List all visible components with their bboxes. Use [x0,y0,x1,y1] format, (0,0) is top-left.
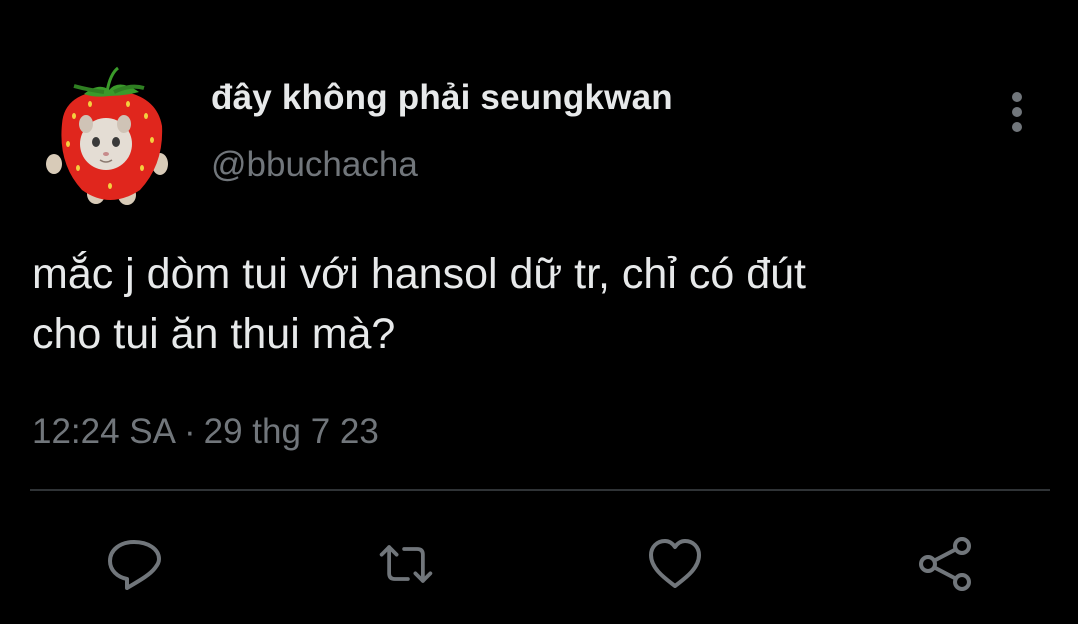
divider [30,489,1050,491]
user-handle[interactable]: @bbuchacha [211,145,418,185]
meta-separator: · [184,412,196,451]
retweet-icon [379,545,433,583]
tweet-text: mắc j dòm tui với hansol dữ tr, chỉ có đ… [32,250,806,358]
share-icon [919,537,971,591]
avatar[interactable] [44,64,174,208]
tweet-date: 29 thg 7 23 [203,412,379,451]
more-options-button[interactable] [998,88,1036,136]
display-name[interactable]: đây không phải seungkwan [211,78,673,118]
like-button[interactable] [645,534,705,594]
heart-icon [649,539,701,588]
tweet-time: 12:24 SA [32,412,176,451]
reply-icon [108,540,161,590]
strawberry-cat-avatar-icon [46,66,168,205]
more-vertical-icon [1012,92,1022,132]
retweet-button[interactable] [376,534,436,594]
tweet: đây không phải seungkwan @bbuchacha mắc … [0,0,1078,624]
share-button[interactable] [915,534,975,594]
tweet-timestamp[interactable]: 12:24 SA · 29 thg 7 23 [32,412,379,452]
reply-button[interactable] [104,534,164,594]
